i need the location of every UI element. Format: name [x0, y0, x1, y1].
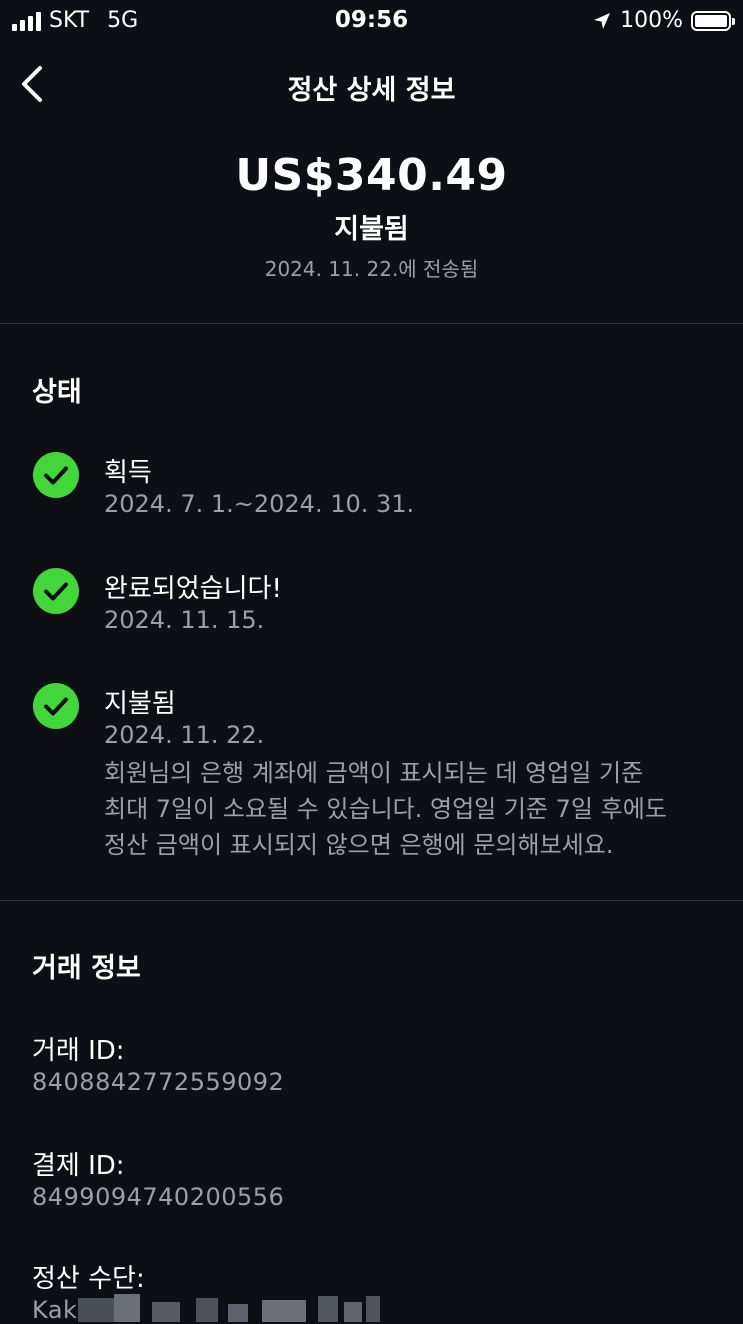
- page-title: 정산 상세 정보: [287, 75, 456, 106]
- payment-id-value: 8499094740200556: [32, 1183, 285, 1211]
- step-note-line: 최대 7일이 소요될 수 있습니다. 영업일 기준 7일 후에도: [104, 795, 667, 823]
- step-note: 회원님의 은행 계좌에 금액이 표시되는 데 영업일 기준 최대 7일이 소요될…: [104, 755, 724, 863]
- check-circle-icon: [33, 568, 79, 614]
- step-date: 2024. 7. 1.~2024. 10. 31.: [104, 490, 415, 518]
- check-circle-icon: [33, 452, 79, 498]
- transaction-id-label: 거래 ID:: [32, 1036, 125, 1066]
- step-date: 2024. 11. 22.: [104, 721, 265, 749]
- divider: [0, 323, 743, 324]
- payout-status: 지불됨: [334, 214, 409, 245]
- check-circle-icon: [33, 683, 79, 729]
- status-section-title: 상태: [32, 377, 82, 408]
- payment-id-label: 결제 ID:: [32, 1151, 125, 1181]
- nav-bar: 정산 상세 정보: [0, 56, 743, 112]
- location-arrow-icon: [594, 12, 611, 29]
- payout-amount: US$340.49: [235, 150, 508, 201]
- divider: [0, 900, 743, 901]
- status-bar: SKT 5G 09:56 100%: [0, 0, 743, 42]
- payout-method-value: Kak: [32, 1296, 78, 1324]
- sent-date: 2024. 11. 22.에 전송됨: [264, 257, 479, 281]
- step-date: 2024. 11. 15.: [104, 606, 265, 634]
- step-note-line: 회원님의 은행 계좌에 금액이 표시되는 데 영업일 기준: [104, 759, 644, 787]
- step-title: 획득: [104, 458, 152, 488]
- battery-fill: [695, 14, 727, 27]
- step-title: 완료되었습니다!: [104, 574, 282, 604]
- transaction-section-title: 거래 정보: [32, 953, 141, 984]
- transaction-id-value: 8408842772559092: [32, 1068, 285, 1096]
- step-title: 지불됨: [104, 689, 176, 719]
- step-note-line: 정산 금액이 표시되지 않으면 은행에 문의해보세요.: [104, 831, 614, 859]
- status-bar-right: 100%: [592, 8, 735, 33]
- payout-method-label: 정산 수단:: [32, 1264, 145, 1294]
- battery-percent: 100%: [620, 8, 683, 33]
- battery-icon: [691, 10, 735, 31]
